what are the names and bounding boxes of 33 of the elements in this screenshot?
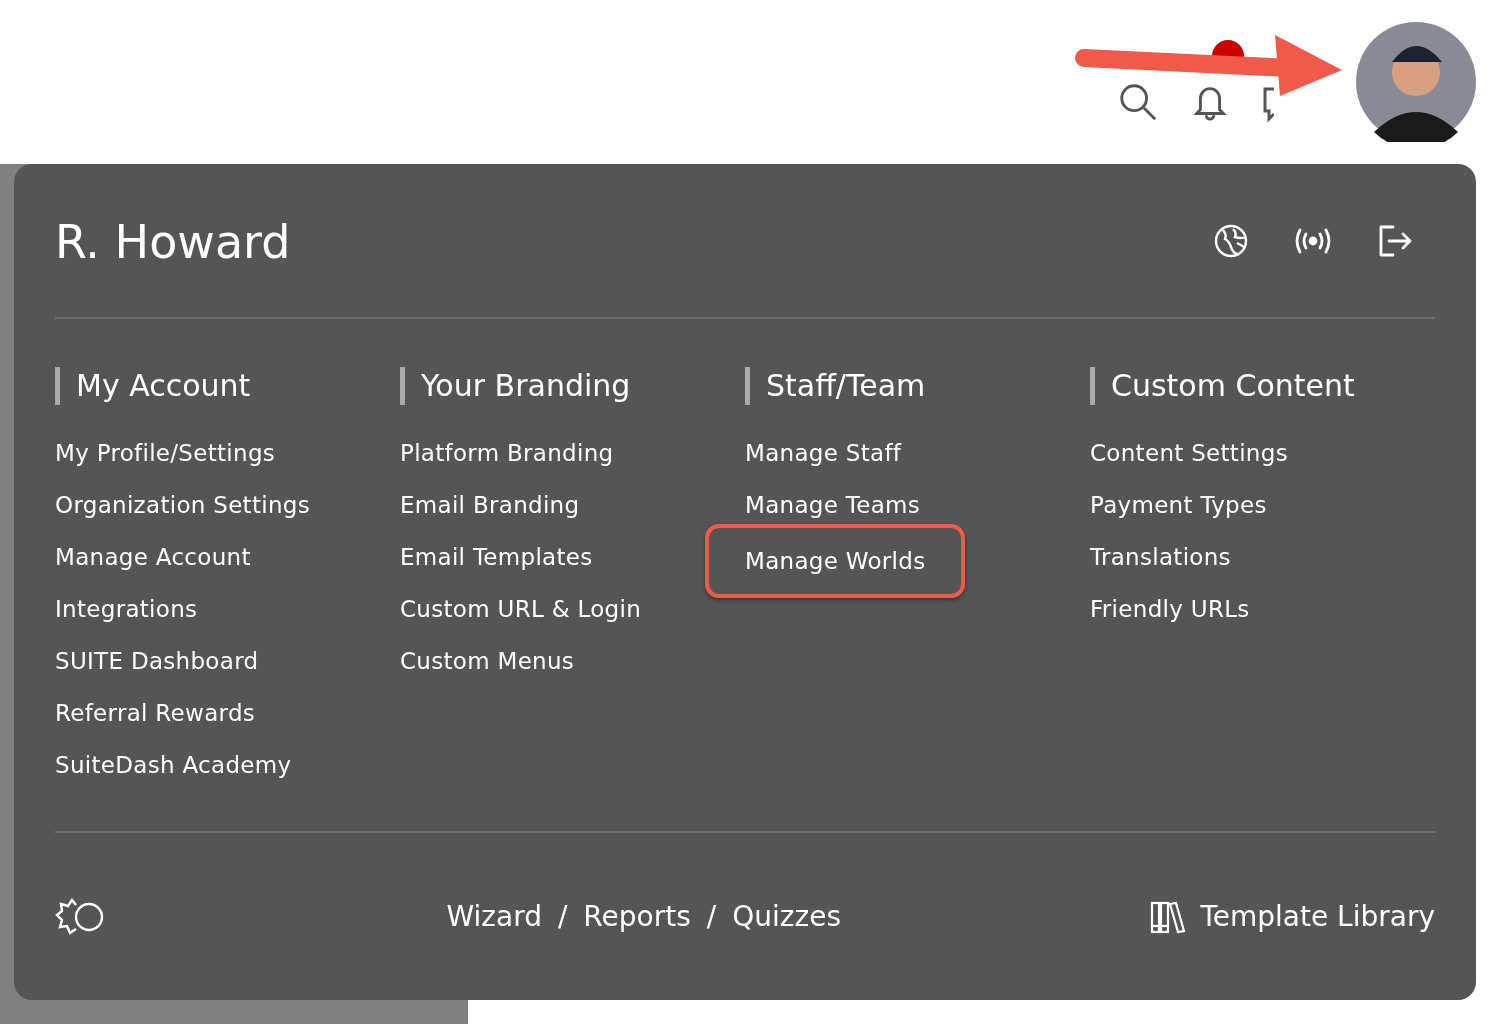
column-heading: Staff/Team	[745, 367, 1090, 405]
menu-link[interactable]: Payment Types	[1090, 479, 1267, 531]
column-heading: Your Branding	[400, 367, 745, 405]
menu-link[interactable]: SuiteDash Academy	[55, 739, 292, 791]
menu-link[interactable]: Translations	[1090, 531, 1231, 583]
menu-link[interactable]: Organization Settings	[55, 479, 310, 531]
menu-link[interactable]: Referral Rewards	[55, 687, 256, 739]
menu-link[interactable]: Manage Account	[55, 531, 251, 583]
footer-link[interactable]: Quizzes	[732, 900, 841, 933]
separator: /	[706, 900, 717, 933]
menu-link[interactable]: SUITE Dashboard	[55, 635, 259, 687]
menu-link[interactable]: Email Templates	[400, 531, 593, 583]
avatar[interactable]	[1356, 22, 1476, 142]
highlighted-menu-link[interactable]: Manage Worlds	[705, 524, 966, 598]
books-icon	[1150, 899, 1187, 934]
separator: /	[557, 900, 568, 933]
menu-link[interactable]: Manage Staff	[745, 427, 902, 479]
menu-link[interactable]: Custom URL & Login	[400, 583, 642, 635]
menu-link[interactable]: My Profile/Settings	[55, 427, 276, 479]
footer-link[interactable]: Reports	[583, 900, 691, 933]
menu-link[interactable]: Friendly URLs	[1090, 583, 1250, 635]
menu-link[interactable]: Integrations	[55, 583, 198, 635]
menu-link[interactable]: Custom Menus	[400, 635, 575, 687]
column-heading: My Account	[55, 367, 400, 405]
footer-link[interactable]: Wizard	[446, 900, 542, 933]
user-name: R. Howard	[55, 213, 292, 269]
menu-link[interactable]: Platform Branding	[400, 427, 614, 479]
column-heading: Custom Content	[1090, 367, 1435, 405]
template-library-link[interactable]: Template Library	[1200, 900, 1435, 933]
menu-link[interactable]: Content Settings	[1090, 427, 1288, 479]
search-icon[interactable]	[1117, 81, 1159, 123]
globe-icon[interactable]	[1213, 222, 1249, 259]
menu-link[interactable]: Email Branding	[400, 479, 580, 531]
